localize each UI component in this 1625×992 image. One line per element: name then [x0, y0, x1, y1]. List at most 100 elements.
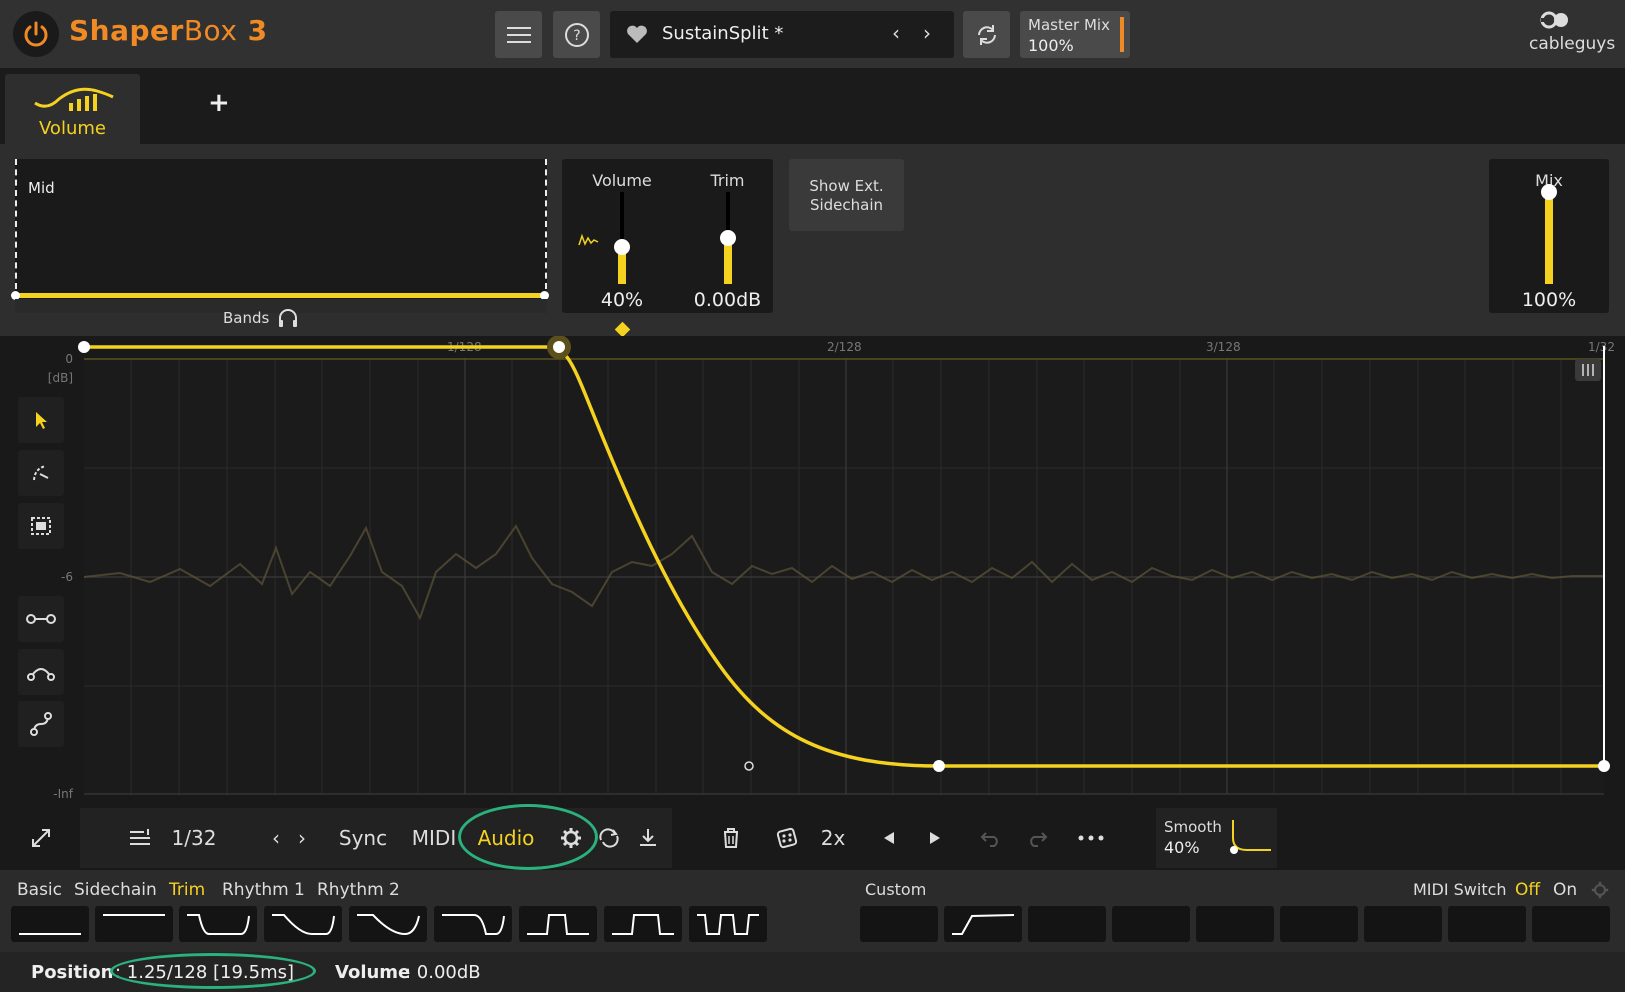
master-mix-value: 100% [1028, 36, 1074, 55]
preset-shape-9[interactable] [689, 906, 767, 942]
add-tab-button[interactable]: + [208, 88, 230, 118]
midi-switch-on[interactable]: On [1553, 880, 1577, 900]
randomize-button[interactable] [764, 808, 810, 868]
shift-right-button[interactable] [912, 808, 958, 868]
help-button[interactable]: ? [553, 11, 600, 58]
preset-prev-icon[interactable]: ‹ [892, 21, 900, 45]
mix-value: 100% [1521, 289, 1577, 311]
preset-bar[interactable]: SustainSplit * ‹ › [610, 11, 954, 58]
custom-slot-4[interactable] [1112, 906, 1190, 942]
help-icon: ? [564, 22, 589, 47]
trim-slider[interactable] [720, 192, 736, 284]
sync-button[interactable]: Sync [335, 808, 391, 868]
headphones-icon[interactable] [277, 308, 299, 328]
more-options-button[interactable] [1068, 808, 1114, 868]
expand-button[interactable] [18, 808, 64, 868]
preset-shape-2[interactable] [95, 906, 173, 942]
preset-name[interactable]: SustainSplit * [662, 23, 783, 44]
preset-shape-8[interactable] [604, 906, 682, 942]
preset-shape-3[interactable] [179, 906, 257, 942]
envelope-editor[interactable]: 0 1/128 2/128 3/128 1/32 0 [dB] -6 -Inf [0, 336, 1625, 814]
redo-button[interactable] [1014, 808, 1060, 868]
app-name-part1: Shaper [69, 14, 184, 47]
preset-tab-trim[interactable]: Trim [169, 880, 205, 900]
refresh-icon [977, 24, 996, 45]
envelope-point-start[interactable] [78, 341, 90, 353]
preset-tab-rhythm1[interactable]: Rhythm 1 [222, 880, 305, 900]
custom-slot-8[interactable] [1448, 906, 1526, 942]
preset-tab-basic[interactable]: Basic [17, 880, 62, 900]
custom-slot-6[interactable] [1280, 906, 1358, 942]
band-left-border [15, 159, 17, 289]
preset-tab-rhythm2[interactable]: Rhythm 2 [317, 880, 400, 900]
preset-next-icon[interactable]: › [923, 21, 931, 45]
grid-menu-button[interactable] [126, 808, 156, 868]
hamburger-icon [506, 26, 531, 43]
shape-s-fade-icon [357, 914, 420, 936]
midi-switch-settings-icon[interactable] [1591, 881, 1609, 899]
midi-button[interactable]: MIDI [406, 808, 462, 868]
shift-left-button[interactable] [866, 808, 912, 868]
mix-slider-fill [1545, 192, 1553, 284]
custom-slot-3[interactable] [1028, 906, 1106, 942]
grid-value[interactable]: 1/32 [164, 808, 224, 868]
preset-shape-4[interactable] [264, 906, 342, 942]
envelope-graph[interactable]: 0 1/128 2/128 3/128 1/32 0 [dB] -6 -Inf [0, 336, 1625, 814]
status-bar: Position : 1.25/128 [19.5ms] Volume : 0.… [0, 952, 1625, 992]
preset-shape-5[interactable] [349, 906, 427, 942]
sidechain-line2: Sidechain [809, 196, 884, 214]
menu-button[interactable] [495, 11, 542, 58]
audio-highlight-ring [458, 804, 598, 870]
volume-marker-icon[interactable] [614, 321, 631, 338]
y-tick-0: 0 [65, 352, 73, 366]
preset-shape-6[interactable] [434, 906, 512, 942]
preset-shape-7[interactable] [519, 906, 597, 942]
trim-value: 0.00dB [693, 289, 762, 311]
envelope-point-selected[interactable] [553, 341, 565, 353]
smooth-curve-icon [1230, 820, 1271, 854]
master-mix-control[interactable]: Master Mix 100% [1020, 11, 1130, 58]
mix-slider[interactable] [1541, 184, 1557, 284]
custom-slot-5[interactable] [1196, 906, 1274, 942]
midi-switch-label: MIDI Switch [1413, 880, 1507, 899]
custom-slot-7[interactable] [1364, 906, 1442, 942]
custom-slot-1[interactable] [860, 906, 938, 942]
custom-slot-2[interactable] [944, 906, 1022, 942]
preset-tab-sidechain[interactable]: Sidechain [74, 880, 157, 900]
app-name-part2: Box [183, 14, 238, 47]
cableguys-logo-icon [1540, 11, 1568, 29]
smooth-control[interactable]: Smooth 40% [1156, 808, 1277, 868]
heart-icon[interactable] [626, 24, 648, 44]
bands-panel[interactable]: Mid Bands [11, 159, 549, 327]
power-icon[interactable] [13, 11, 59, 57]
sidechain-mod-icon[interactable] [578, 232, 600, 248]
shape-square-icon [612, 914, 674, 935]
export-button[interactable] [634, 808, 662, 868]
sync-preset-button[interactable] [963, 11, 1010, 58]
midi-switch-off[interactable]: Off [1515, 880, 1540, 900]
envelope-point-bottom[interactable] [933, 760, 945, 772]
curve-tension-handle[interactable] [744, 761, 754, 771]
top-bar: ShaperBox 3 ? SustainSplit * ‹ › Master … [0, 0, 1625, 68]
tab-volume[interactable]: Volume [5, 74, 140, 144]
multiplier-button[interactable]: 2x [810, 808, 856, 868]
show-sidechain-button[interactable]: Show Ext. Sidechain [789, 159, 904, 231]
delete-button[interactable] [708, 808, 754, 868]
mix-slider-handle[interactable] [1541, 184, 1557, 200]
undo-button[interactable] [968, 808, 1014, 868]
band-level-line[interactable] [17, 293, 545, 298]
grid-next-icon[interactable]: › [294, 808, 310, 868]
preset-shape-1[interactable] [11, 906, 89, 942]
status-volume-value: : 0.00dB [405, 962, 481, 983]
custom-slot-9[interactable] [1532, 906, 1610, 942]
trim-slider-handle[interactable] [720, 230, 736, 246]
grid-prev-icon[interactable]: ‹ [268, 808, 284, 868]
loop-button[interactable] [595, 808, 623, 868]
shape-late-dip-icon [442, 914, 505, 935]
volume-slider-handle[interactable] [614, 239, 630, 256]
envelope-point-end[interactable] [1598, 760, 1610, 772]
smooth-value: 40% [1164, 838, 1200, 857]
y-tick-labels: 0 [dB] -6 -Inf [48, 352, 74, 801]
volume-label: Volume [592, 171, 652, 190]
volume-slider[interactable] [614, 192, 630, 284]
